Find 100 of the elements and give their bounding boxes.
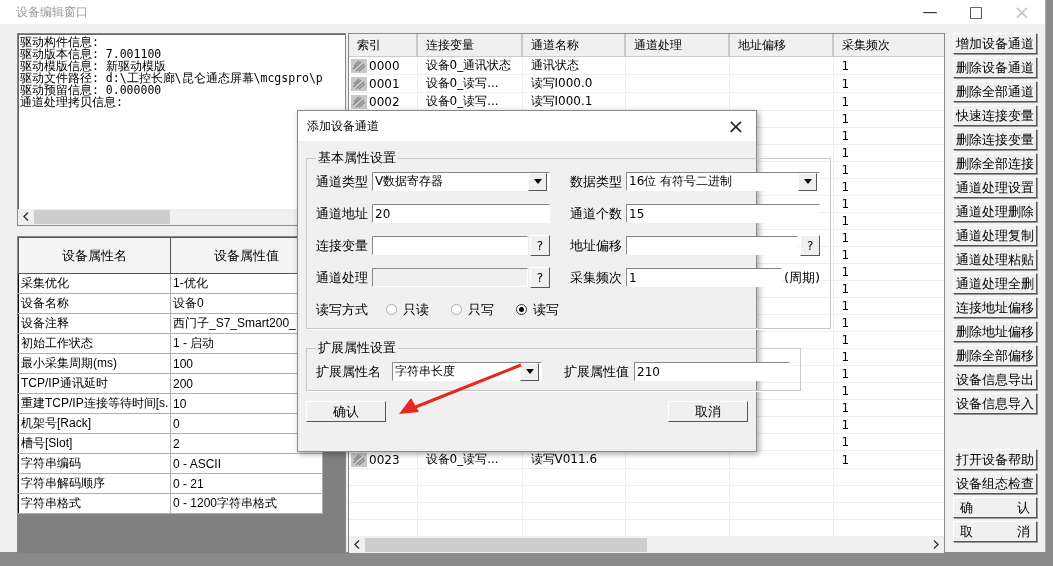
scroll-left-icon[interactable] — [23, 211, 29, 221]
info-line: 驱动文件路径: d:\工控长廊\昆仑通态屏幕\mcgspro\p — [20, 72, 323, 84]
table-cell: 重建TCP/IP连接等待时间[s. — [18, 393, 171, 414]
table-cell: 设备名称 — [18, 293, 171, 314]
table-cell: 通讯状态 — [530, 58, 579, 72]
table-cell: 1 — [841, 146, 850, 160]
column-header[interactable]: 通道名称 — [522, 34, 625, 57]
table-cell: 1 — [841, 58, 850, 73]
table-cell: 1 — [841, 112, 850, 126]
side-button[interactable]: 通道处理粘贴 — [953, 249, 1037, 270]
table-cell: 1 — [841, 197, 850, 211]
table-cell: 1 — [841, 401, 850, 415]
chip-icon — [351, 58, 367, 73]
table-cell: 1 — [841, 299, 850, 313]
table-cell: 机架号[Rack] — [18, 413, 171, 434]
table-cell: 采集优化 — [18, 273, 171, 294]
table-cell: 字符串编码 — [18, 453, 171, 474]
side-button[interactable]: 通道处理复制 — [953, 225, 1037, 246]
table-cell: 1 — [841, 248, 850, 262]
dropdown[interactable]: V数据寄存器 — [372, 172, 550, 191]
side-button[interactable]: 删除地址偏移 — [953, 321, 1037, 342]
table-cell: 字符串解码顺序 — [18, 473, 171, 494]
side-button[interactable]: 删除全部连接 — [953, 153, 1037, 174]
field-label: 扩展属性值 — [564, 362, 630, 381]
table-cell: 设备0_读写... — [425, 76, 499, 90]
column-header[interactable]: 索引 — [349, 34, 417, 57]
table-cell: 1 — [841, 384, 850, 398]
table-cell: 1 — [841, 129, 850, 143]
table-cell: 0023 — [369, 452, 400, 467]
table-cell: 1 — [841, 76, 850, 91]
dropdown[interactable]: 字符串长度 — [392, 362, 542, 381]
side-button[interactable]: 打开设备帮助 — [953, 449, 1037, 470]
table-cell: 1 — [841, 350, 850, 364]
scrollbar-thumb[interactable] — [365, 538, 647, 552]
side-button[interactable]: 快速连接变量 — [953, 105, 1037, 126]
browse-button[interactable]: ? — [800, 235, 821, 256]
input-field[interactable]: 210 — [634, 362, 790, 381]
radio-option[interactable]: 只写 — [451, 300, 494, 319]
table-cell: 1 — [841, 231, 850, 245]
field-label: 通道类型 — [316, 172, 369, 191]
input-field[interactable]: 20 — [372, 204, 550, 223]
dialog-title: 添加设备通道 — [307, 117, 380, 135]
maximize-button[interactable]: □ — [953, 3, 999, 21]
table-cell: 0 - ASCII — [170, 453, 323, 474]
info-line: 驱动模版信息: 新驱动模版 — [20, 60, 166, 72]
input-field[interactable] — [372, 236, 528, 255]
side-button[interactable]: 设备信息导出 — [953, 369, 1037, 390]
scroll-right-icon[interactable] — [933, 539, 939, 549]
column-header[interactable]: 设备属性名 — [18, 237, 171, 274]
side-button[interactable]: 增加设备通道 — [953, 33, 1037, 54]
side-button[interactable]: 连接地址偏移 — [953, 297, 1037, 318]
side-button[interactable]: 通道处理删除 — [953, 201, 1037, 222]
table-cell: TCP/IP通讯延时 — [18, 373, 171, 394]
field-label: 通道个数 — [570, 204, 623, 223]
radio-option[interactable]: 读写 — [516, 300, 559, 319]
table-cell: 1 — [841, 94, 850, 109]
scrollbar-thumb[interactable] — [34, 210, 170, 224]
table-cell: 读写V011.6 — [530, 452, 598, 466]
table-cell: 设备注释 — [18, 313, 171, 334]
scroll-left-icon[interactable] — [354, 539, 360, 549]
side-button[interactable]: 删除连接变量 — [953, 129, 1037, 150]
field-label: 通道地址 — [316, 204, 369, 223]
table-cell: 1 — [841, 367, 850, 381]
minimize-button[interactable]: — — [907, 3, 953, 21]
side-button[interactable]: 通道处理设置 — [953, 177, 1037, 198]
table-cell: 0002 — [369, 94, 400, 109]
side-button[interactable]: 删除全部通道 — [953, 81, 1037, 102]
table-cell: 设备0_读写... — [425, 452, 499, 466]
input-field[interactable]: 1 — [626, 268, 782, 287]
unit-label: (周期) — [784, 268, 821, 287]
column-header[interactable]: 连接变量 — [417, 34, 522, 57]
side-button[interactable]: 通道处理全删 — [953, 273, 1037, 294]
table-cell: 1 — [841, 163, 850, 177]
side-button[interactable]: 删除全部偏移 — [953, 345, 1037, 366]
table-cell: 1 — [841, 316, 850, 330]
cancel-button[interactable]: 取消 — [668, 401, 748, 422]
close-button[interactable]: × — [716, 114, 756, 138]
column-header[interactable]: 地址偏移 — [729, 34, 833, 57]
table-cell: 0 - 1200字符串格式 — [170, 493, 323, 514]
radio-option[interactable]: 只读 — [386, 300, 429, 319]
browse-button[interactable]: ? — [530, 235, 550, 256]
side-button[interactable]: 设备组态检查 — [953, 473, 1037, 494]
side-button[interactable]: 确 认 — [953, 497, 1037, 518]
column-header[interactable]: 通道处理 — [625, 34, 729, 57]
column-header[interactable]: 采集频次 — [833, 34, 944, 57]
table-cell: 设备0_通讯状态 — [425, 58, 512, 72]
table-cell: 0 - 21 — [170, 473, 323, 494]
dropdown[interactable]: 16位 有符号二进制 — [626, 172, 821, 191]
table-cell: 读写I000.1 — [530, 94, 593, 108]
table-cell: 1 — [841, 435, 850, 449]
chip-icon — [351, 76, 367, 91]
side-button[interactable]: 取 消 — [953, 521, 1037, 542]
table-cell: 1 — [841, 180, 850, 194]
input-field[interactable] — [626, 236, 799, 255]
input-field[interactable]: 15 — [626, 204, 821, 223]
table-cell: 0000 — [369, 58, 400, 73]
ok-button[interactable]: 确认 — [306, 401, 386, 422]
side-button[interactable]: 设备信息导入 — [953, 393, 1037, 414]
side-button[interactable]: 删除设备通道 — [953, 57, 1037, 78]
info-line: 通道处理拷贝信息: — [20, 96, 123, 108]
